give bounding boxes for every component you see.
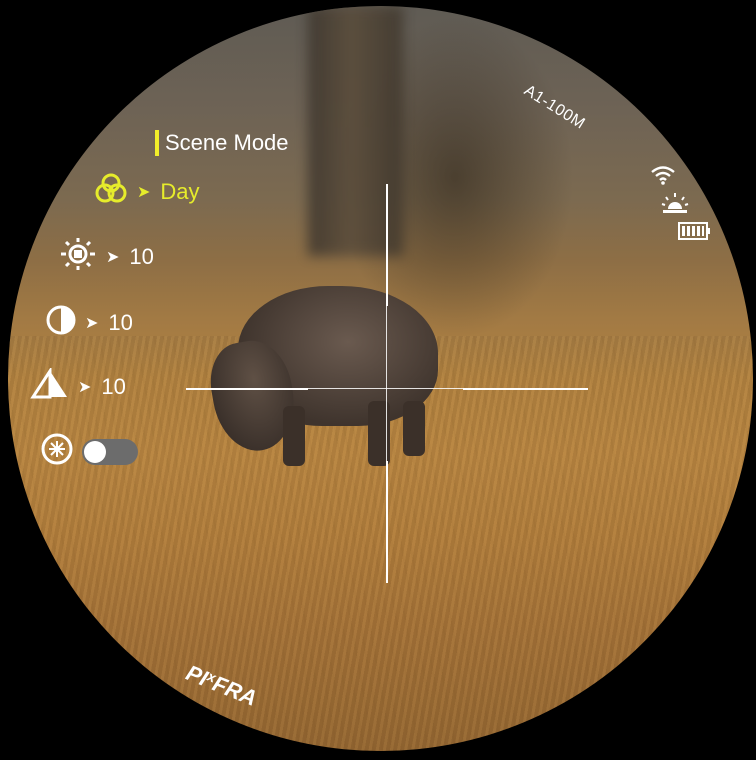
boar-leg [403, 401, 425, 456]
sharpness-value: 10 [101, 374, 126, 399]
menu-item-contrast[interactable]: ➤ 10 [45, 304, 133, 342]
enhance-icon [40, 432, 74, 472]
reticle-bottom-arm [386, 461, 388, 583]
menu-item-scene[interactable]: ➤ Day [93, 173, 200, 211]
cloud-scene-icon [93, 173, 129, 211]
sharpness-icon [30, 365, 70, 406]
background-tree [308, 6, 403, 256]
brightness-icon [58, 238, 98, 276]
toggle-knob [84, 441, 106, 463]
contrast-value: 10 [108, 310, 133, 335]
chevron-right-icon: ➤ [85, 315, 99, 332]
chevron-right-icon: ➤ [137, 184, 151, 201]
menu-item-brightness[interactable]: ➤ 10 [58, 238, 154, 276]
wifi-icon [650, 165, 676, 190]
chevron-right-icon: ➤ [78, 379, 92, 396]
brightness-value: 10 [129, 244, 154, 269]
reticle-left-arm [186, 388, 308, 390]
reticle-right-arm [463, 388, 588, 390]
contrast-icon [45, 304, 77, 342]
boar-leg [283, 406, 305, 466]
menu-item-sharpness[interactable]: ➤ 10 [30, 365, 126, 406]
menu-title: Scene Mode [155, 130, 289, 156]
reticle-center-v [386, 306, 387, 461]
scene-value: Day [160, 179, 200, 204]
battery-icon [678, 221, 710, 246]
menu-item-enhance[interactable] [40, 432, 138, 472]
alarm-icon [660, 191, 690, 220]
chevron-right-icon: ➤ [106, 249, 120, 266]
enhance-toggle[interactable] [82, 439, 138, 465]
reticle-top-arm [386, 184, 388, 306]
